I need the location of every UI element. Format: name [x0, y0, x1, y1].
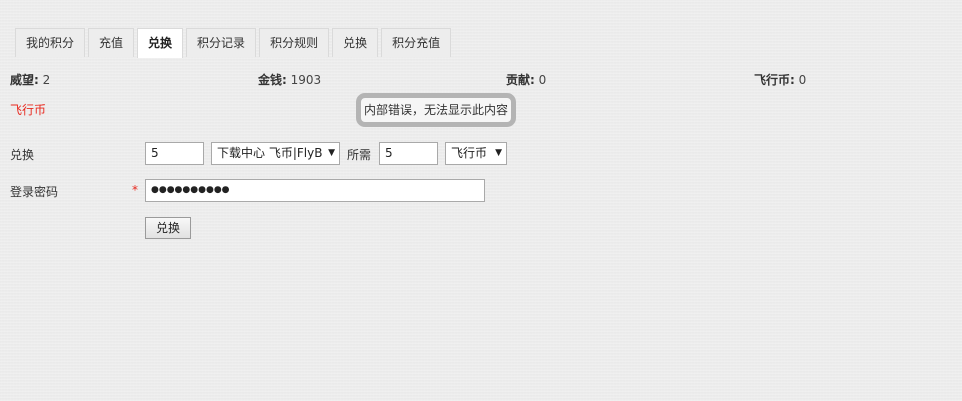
page-root: 我的积分 充值 兑换 积分记录 积分规则 兑换 积分充值 威望: 2 金钱: 1…: [0, 0, 962, 401]
tab-points-rules[interactable]: 积分规则: [259, 28, 330, 57]
error-message-box: 内部错误，无法显示此内容: [356, 93, 516, 127]
currency-label: 飞行币: [10, 103, 47, 117]
tab-bar: 我的积分 充值 兑换 积分记录 积分规则 兑换 积分充值: [15, 28, 452, 58]
source-currency-value: 下载中心 飞币|FlyB: [217, 146, 323, 160]
stat-prestige: 威望: 2: [10, 71, 50, 88]
chevron-down-icon: ▼: [495, 148, 502, 158]
password-label: 登录密码: [10, 185, 59, 199]
tab-my-points[interactable]: 我的积分: [15, 28, 86, 57]
tab-points-log[interactable]: 积分记录: [186, 28, 257, 57]
stat-flycoin-value: 0: [798, 73, 807, 87]
exchange-amount-input[interactable]: 5: [145, 142, 204, 165]
stats-row: 威望: 2 金钱: 1903 贡献: 0 飞行币: 0: [10, 71, 960, 88]
chevron-down-icon: ▼: [328, 148, 335, 158]
stat-contribution-value: 0: [538, 73, 547, 87]
stat-contribution-key: 贡献:: [506, 73, 535, 87]
required-label: 所需: [347, 148, 372, 162]
stat-prestige-value: 2: [42, 73, 51, 87]
stat-flycoin-key: 飞行币:: [754, 73, 795, 87]
stat-prestige-key: 威望:: [10, 73, 39, 87]
required-amount-input[interactable]: 5: [379, 142, 438, 165]
tab-exchange-2[interactable]: 兑换: [332, 28, 379, 57]
exchange-label: 兑换: [10, 148, 35, 162]
stat-flycoin: 飞行币: 0: [754, 71, 806, 88]
source-currency-select[interactable]: 下载中心 飞币|FlyB ▼: [211, 142, 340, 165]
tab-exchange[interactable]: 兑换: [137, 28, 184, 58]
exchange-submit-button[interactable]: 兑换: [145, 217, 191, 239]
target-currency-value: 飞行币: [451, 146, 488, 160]
stat-money-value: 1903: [290, 73, 322, 87]
tab-points-recharge[interactable]: 积分充值: [381, 28, 452, 57]
stat-money-key: 金钱:: [258, 73, 287, 87]
stat-contribution: 贡献: 0: [506, 71, 546, 88]
required-asterisk: *: [132, 183, 138, 197]
tab-recharge[interactable]: 充值: [88, 28, 135, 57]
target-currency-select[interactable]: 飞行币 ▼: [445, 142, 507, 165]
password-input[interactable]: ●●●●●●●●●●: [145, 179, 485, 202]
stat-money: 金钱: 1903: [258, 71, 321, 88]
